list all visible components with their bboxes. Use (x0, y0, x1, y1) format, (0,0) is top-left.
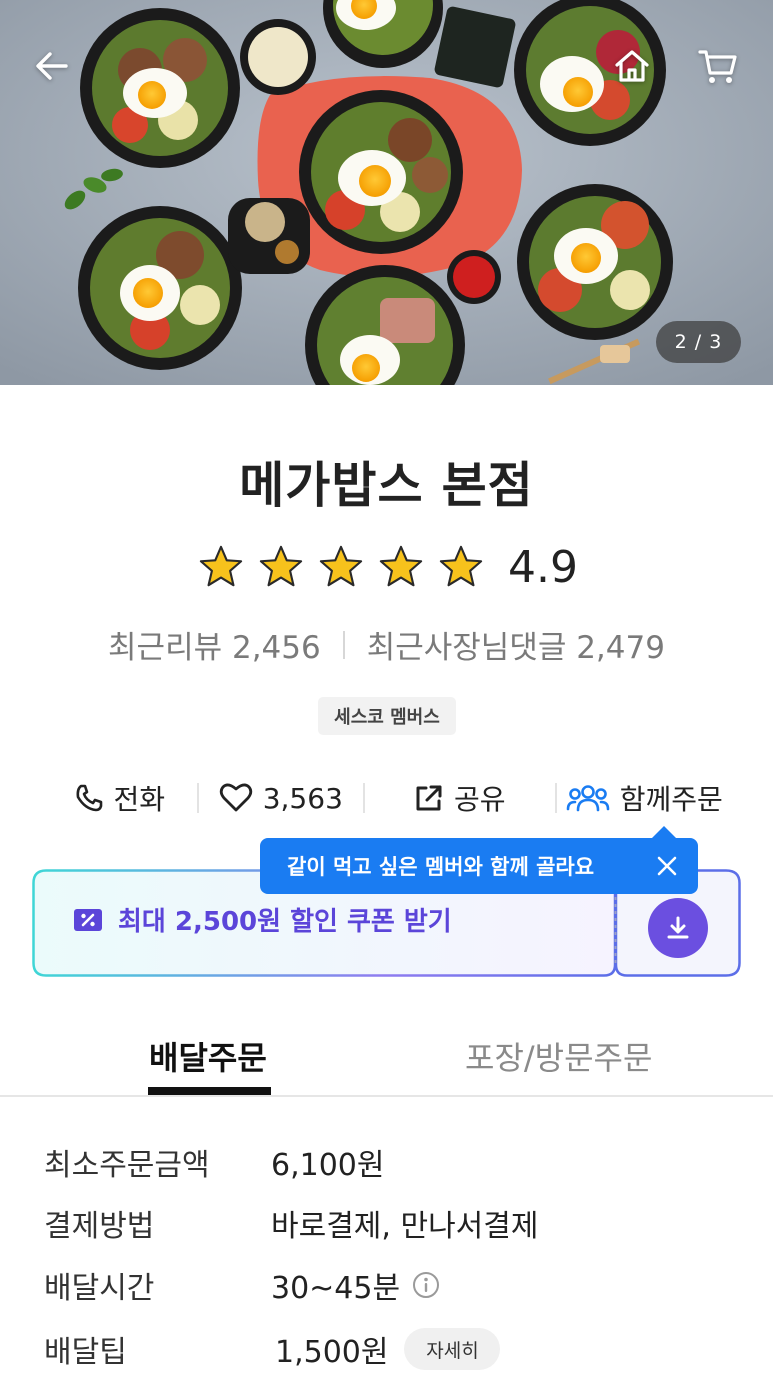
tab-pickup[interactable]: 포장/방문주문 (465, 1033, 652, 1079)
min-order-value: 6,100원 (271, 1148, 385, 1183)
group-icon (566, 785, 610, 812)
cesco-members-badge: 세스코 멤버스 (318, 697, 456, 735)
call-label: 전화 (113, 783, 166, 816)
close-icon[interactable] (654, 853, 680, 879)
payment-value: 바로결제, 만나서결제 (271, 1209, 539, 1244)
star-icon (319, 545, 363, 587)
coupon-download-button[interactable] (648, 898, 708, 958)
owner-replies-count[interactable]: 최근사장님댓글 2,479 (367, 622, 665, 667)
delivery-tip-detail-button[interactable]: 자세히 (404, 1328, 501, 1370)
star-icon (259, 545, 303, 587)
payment-row: 결제방법 바로결제, 만나서결제 (44, 1199, 538, 1247)
cart-icon (698, 50, 737, 83)
stat-divider (342, 630, 345, 659)
recent-reviews-link[interactable]: 최근리뷰 2,456 (108, 622, 321, 667)
group-order-button[interactable]: 함께주문 (557, 770, 732, 826)
call-button[interactable]: 전화 (42, 770, 197, 826)
arrow-left-icon (36, 52, 68, 80)
coupon-text: 최대 2,500원 할인 쿠폰 받기 (72, 901, 452, 938)
home-button[interactable] (604, 38, 660, 94)
delivery-time-row: 배달시간 30~45분 (44, 1261, 440, 1309)
heart-icon (219, 783, 252, 812)
delivery-time-label: 배달시간 (44, 1271, 155, 1306)
delivery-tip-value-wrap: 1,500원 자세히 (271, 1327, 501, 1371)
group-order-label: 함께주문 (619, 783, 723, 816)
payment-label: 결제방법 (44, 1209, 155, 1244)
delivery-tip-row: 배달팁 1,500원 자세히 (44, 1325, 501, 1373)
delivery-time-value-wrap: 30~45분 (271, 1263, 440, 1307)
info-icon[interactable] (412, 1271, 440, 1299)
bowl-top-left (80, 8, 240, 168)
like-button[interactable]: 3,563 (199, 770, 364, 826)
delivery-time-value: 30~45분 (271, 1271, 401, 1306)
order-type-tabs: 배달주문 포장/방문주문 (0, 1021, 773, 1097)
star-icon (199, 545, 243, 587)
coupon-label: 최대 2,500원 할인 쿠폰 받기 (118, 907, 452, 937)
star-icon (379, 545, 423, 587)
star-icon (439, 545, 483, 587)
tab-delivery[interactable]: 배달주문 (149, 1033, 267, 1079)
back-button[interactable] (24, 38, 80, 94)
delivery-tip-value: 1,500원 (275, 1335, 389, 1370)
share-icon (416, 785, 442, 811)
review-stats: 최근리뷰 2,456 최근사장님댓글 2,479 (0, 622, 773, 667)
store-name: 메가밥스 본점 (239, 457, 534, 514)
tooltip-text: 같이 먹고 싶은 멤버와 함께 골라요 (287, 855, 595, 879)
download-icon (667, 916, 689, 939)
delivery-tip-label: 배달팁 (44, 1335, 127, 1370)
home-icon (615, 50, 649, 82)
min-order-row: 최소주문금액 6,100원 (44, 1138, 384, 1186)
share-button[interactable]: 공유 (365, 770, 554, 826)
phone-icon (76, 784, 102, 812)
cart-button[interactable] (690, 38, 746, 94)
coupon-icon (74, 908, 102, 931)
bowl-bottom-left (78, 206, 242, 370)
like-count: 3,563 (262, 781, 343, 815)
active-tab-indicator (148, 1087, 271, 1095)
rating-value: 4.9 (508, 541, 578, 593)
min-order-label: 최소주문금액 (44, 1148, 210, 1183)
share-label: 공유 (454, 783, 506, 816)
image-page-indicator: 2 / 3 (656, 321, 741, 363)
store-hero-image[interactable]: 2 / 3 (0, 0, 773, 385)
bowl-right (517, 184, 673, 340)
store-actions: 전화 3,563 공유 함께주문 (42, 770, 732, 826)
rating-row[interactable]: 4.9 (198, 538, 578, 596)
bowl-center (299, 90, 463, 254)
group-order-tooltip: 같이 먹고 싶은 멤버와 함께 골라요 (260, 826, 698, 894)
